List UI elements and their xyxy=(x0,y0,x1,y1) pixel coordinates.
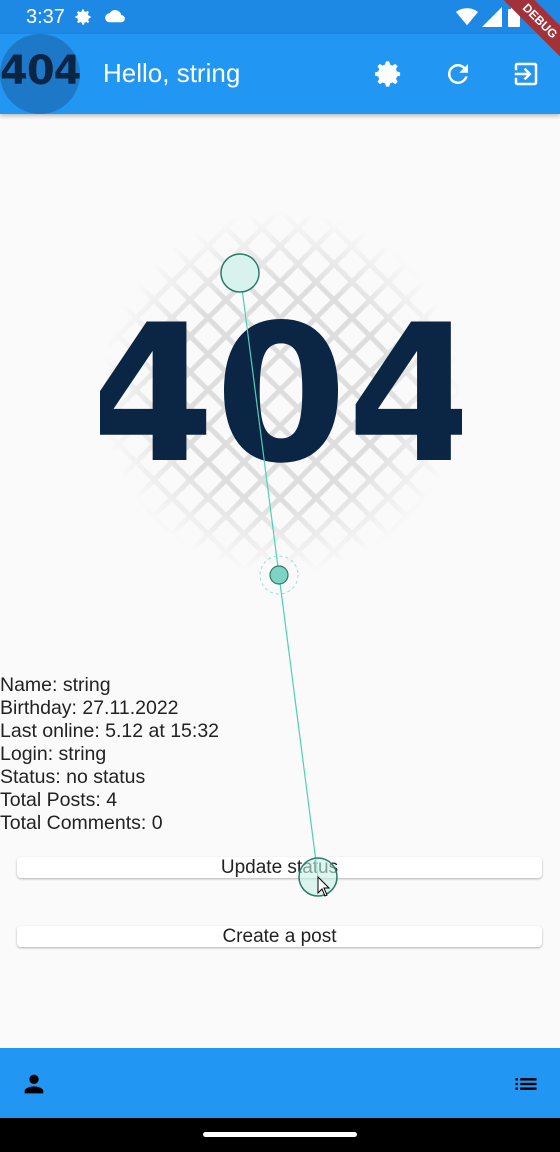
profile-nav-button[interactable] xyxy=(20,1070,48,1098)
profile-login: Login: string xyxy=(0,743,107,765)
list-icon xyxy=(515,1078,537,1090)
cloud-icon xyxy=(104,7,126,30)
profile-image: 404 xyxy=(83,210,479,575)
page-title: Hello, string xyxy=(103,58,241,88)
gear-icon xyxy=(375,61,401,87)
create-post-button[interactable]: Create a post xyxy=(17,926,542,947)
status-bar: 3:37 xyxy=(0,0,560,34)
hero-404-text: 404 xyxy=(100,284,462,505)
profile-last-online: Last online: 5.12 at 15:32 xyxy=(0,720,220,742)
settings-status-icon xyxy=(73,7,93,32)
system-nav-bar xyxy=(0,1118,560,1152)
profile-name: Name: string xyxy=(0,674,111,696)
exit-icon xyxy=(514,62,538,86)
status-time: 3:37 xyxy=(26,6,65,28)
profile-info: Name: string Birthday: 27.11.2022 Last o… xyxy=(0,674,219,835)
profile-birthday: Birthday: 27.11.2022 xyxy=(0,697,179,719)
posts-nav-button[interactable] xyxy=(512,1070,540,1098)
bottom-nav-bar xyxy=(0,1048,560,1118)
touch-trail-overlay xyxy=(220,253,338,897)
refresh-icon xyxy=(447,63,468,84)
wifi-icon xyxy=(456,7,478,32)
gesture-handle[interactable] xyxy=(203,1132,357,1137)
update-status-button[interactable]: Update status xyxy=(17,857,542,878)
app-bar: 404 Hello, string xyxy=(0,34,560,114)
profile-total-posts: Total Posts: 4 xyxy=(0,789,118,811)
refresh-button[interactable] xyxy=(443,59,473,89)
signal-icon xyxy=(482,7,502,32)
avatar[interactable]: 404 xyxy=(0,34,80,114)
avatar-text: 404 xyxy=(0,48,80,94)
settings-button[interactable] xyxy=(374,59,404,89)
logout-button[interactable] xyxy=(511,59,541,89)
profile-status: Status: no status xyxy=(0,766,146,788)
profile-total-comments: Total Comments: 0 xyxy=(0,812,163,834)
person-icon xyxy=(24,1074,44,1094)
